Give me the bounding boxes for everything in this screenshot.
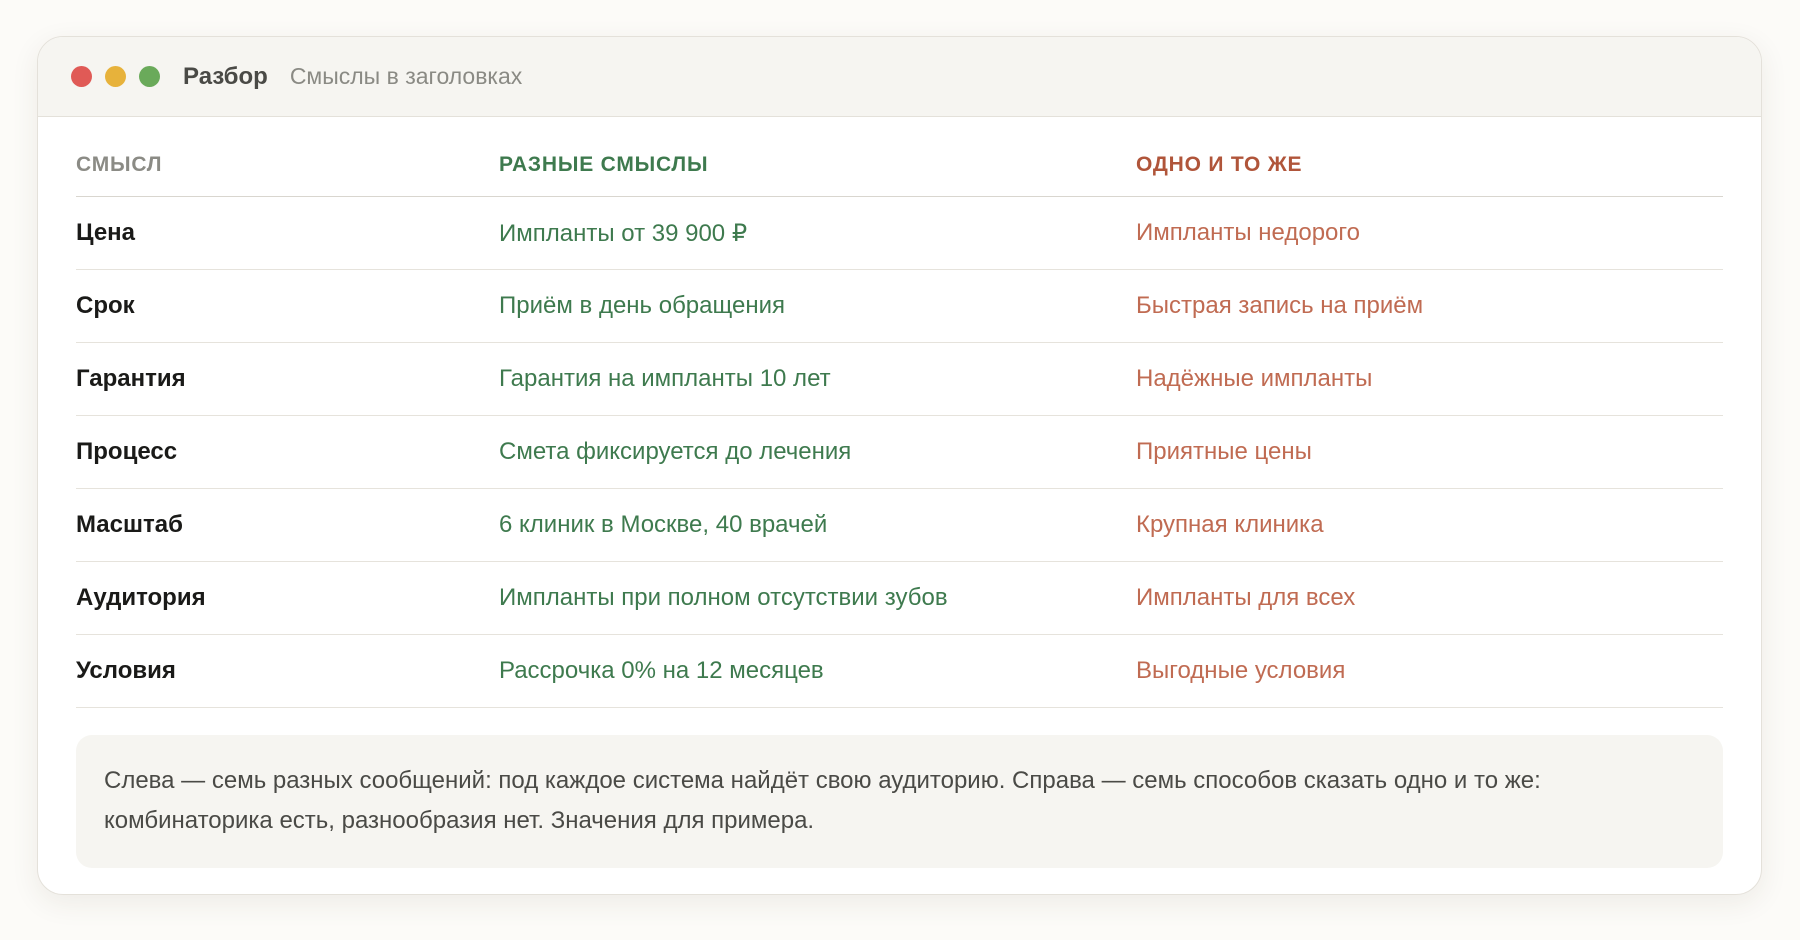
column-header-different: Разные смыслы bbox=[499, 152, 1136, 197]
table-row: Масштаб 6 клиник в Москве, 40 врачей Кру… bbox=[76, 488, 1723, 562]
different-meaning-cell: 6 клиник в Москве, 40 врачей bbox=[499, 488, 1136, 562]
table-row: Гарантия Гарантия на импланты 10 лет Над… bbox=[76, 342, 1723, 416]
column-header-meaning: Смысл bbox=[76, 152, 499, 197]
different-meaning-cell: Импланты при полном отсутствии зубов bbox=[499, 561, 1136, 635]
close-button[interactable] bbox=[71, 66, 92, 87]
meaning-cell: Срок bbox=[76, 269, 499, 343]
app-window: Разбор Смыслы в заголовках Смысл Разные … bbox=[37, 36, 1762, 895]
same-meaning-cell: Крупная клиника bbox=[1136, 488, 1723, 562]
table-row: Процесс Смета фиксируется до лечения При… bbox=[76, 415, 1723, 489]
different-meaning-cell: Гарантия на импланты 10 лет bbox=[499, 342, 1136, 416]
meaning-cell: Условия bbox=[76, 634, 499, 708]
meaning-cell: Процесс bbox=[76, 415, 499, 489]
same-meaning-cell: Импланты недорого bbox=[1136, 196, 1723, 270]
different-meaning-cell: Смета фиксируется до лечения bbox=[499, 415, 1136, 489]
meanings-table: Смысл Разные смыслы Одно и то же Цена Им… bbox=[76, 152, 1723, 708]
table-row: Цена Импланты от 39 900 ₽ Импланты недор… bbox=[76, 196, 1723, 270]
table-row: Аудитория Импланты при полном отсутствии… bbox=[76, 561, 1723, 635]
explanation-note: Слева — семь разных сообщений: под каждо… bbox=[76, 735, 1723, 868]
same-meaning-cell: Выгодные условия bbox=[1136, 634, 1723, 708]
meaning-cell: Гарантия bbox=[76, 342, 499, 416]
minimize-button[interactable] bbox=[105, 66, 126, 87]
different-meaning-cell: Рассрочка 0% на 12 месяцев bbox=[499, 634, 1136, 708]
different-meaning-cell: Приём в день обращения bbox=[499, 269, 1136, 343]
meaning-cell: Аудитория bbox=[76, 561, 499, 635]
same-meaning-cell: Приятные цены bbox=[1136, 415, 1723, 489]
table-row: Срок Приём в день обращения Быстрая запи… bbox=[76, 269, 1723, 343]
title-bar: Разбор Смыслы в заголовках bbox=[38, 37, 1761, 117]
table-header-row: Смысл Разные смыслы Одно и то же bbox=[76, 152, 1723, 197]
content-area: Смысл Разные смыслы Одно и то же Цена Им… bbox=[38, 152, 1761, 868]
window-subtitle: Смыслы в заголовках bbox=[289, 63, 523, 89]
same-meaning-cell: Импланты для всех bbox=[1136, 561, 1723, 635]
column-header-same: Одно и то же bbox=[1136, 152, 1723, 197]
meaning-cell: Цена bbox=[76, 196, 499, 270]
maximize-button[interactable] bbox=[139, 66, 160, 87]
same-meaning-cell: Надёжные импланты bbox=[1136, 342, 1723, 416]
different-meaning-cell: Импланты от 39 900 ₽ bbox=[499, 196, 1136, 270]
same-meaning-cell: Быстрая запись на приём bbox=[1136, 269, 1723, 343]
meaning-cell: Масштаб bbox=[76, 488, 499, 562]
table-row: Условия Рассрочка 0% на 12 месяцев Выгод… bbox=[76, 634, 1723, 708]
window-title: Разбор bbox=[183, 62, 268, 90]
